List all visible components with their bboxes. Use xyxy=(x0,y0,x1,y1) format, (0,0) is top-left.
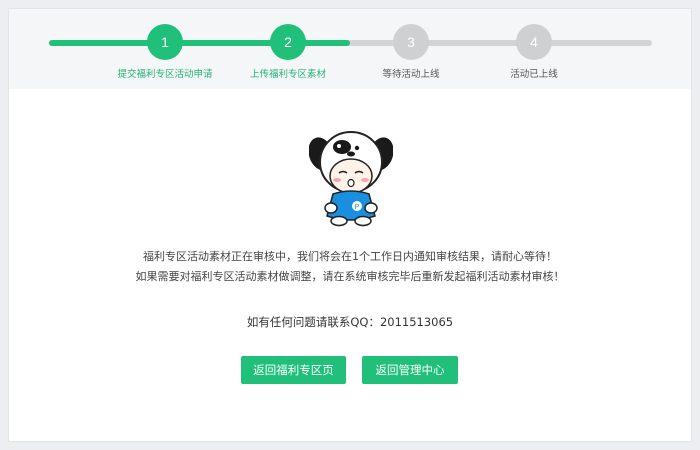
step-label: 提交福利专区活动申请 xyxy=(117,69,213,80)
progress-steps: 1 提交福利专区活动申请 2 上传福利专区素材 3 等待活动上线 4 活动已上线 xyxy=(9,9,691,89)
step-activity-live: 4 活动已上线 xyxy=(474,24,594,80)
step-number-circle: 1 xyxy=(147,24,183,60)
step-label: 活动已上线 xyxy=(510,69,558,80)
step-number-circle: 2 xyxy=(270,24,306,60)
mascot-icon: P xyxy=(309,131,393,227)
step-upload-materials: 2 上传福利专区素材 xyxy=(228,24,348,80)
step-await-launch: 3 等待活动上线 xyxy=(351,24,471,80)
step-number-circle: 4 xyxy=(516,24,552,60)
step-label: 上传福利专区素材 xyxy=(249,69,326,80)
review-status-message: 福利专区活动素材正在审核中，我们将会在1个工作日内通知审核结果，请耐心等待！ xyxy=(143,250,557,263)
contact-qq-text: 如有任何问题请联系QQ：2011513065 xyxy=(246,315,454,329)
back-to-welfare-page-button[interactable]: 返回福利专区页 xyxy=(241,356,346,384)
step-label: 等待活动上线 xyxy=(382,69,440,80)
adjustment-instruction-message: 如果需要对福利专区活动素材做调整，请在系统审核完毕后重新发起福利活动素材审核！ xyxy=(135,270,565,283)
svg-text:P: P xyxy=(355,204,360,211)
step-submit-application: 1 提交福利专区活动申请 xyxy=(105,24,225,80)
back-to-management-center-button[interactable]: 返回管理中心 xyxy=(362,356,458,384)
step-number-circle: 3 xyxy=(393,24,429,60)
main-panel: 1 提交福利专区活动申请 2 上传福利专区素材 3 等待活动上线 4 活动已上线 xyxy=(8,8,692,442)
